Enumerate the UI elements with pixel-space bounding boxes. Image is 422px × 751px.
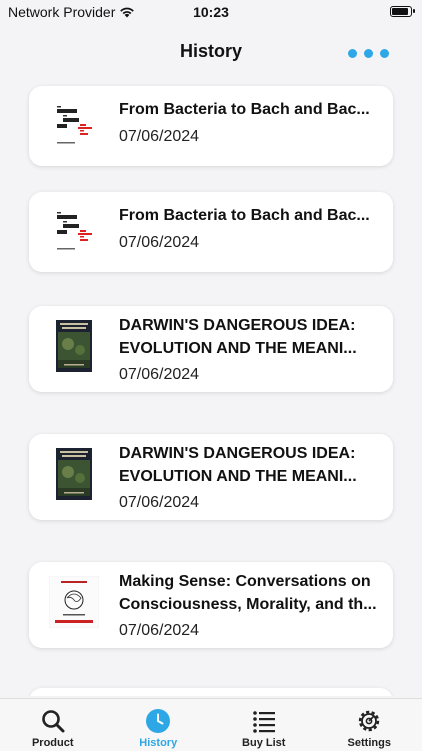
list-icon	[251, 708, 277, 734]
darwins-dangerous-idea-cover	[56, 320, 92, 372]
status-time: 10:23	[0, 4, 422, 20]
history-item-date: 07/06/2024	[119, 128, 199, 146]
gear-icon	[356, 708, 382, 734]
history-item[interactable]	[29, 688, 393, 696]
tab-buy-list[interactable]: Buy List	[211, 699, 317, 751]
nav-header: History	[0, 28, 422, 74]
tab-settings[interactable]: Settings	[317, 699, 422, 751]
more-options-button[interactable]	[348, 46, 392, 60]
search-icon	[40, 708, 66, 734]
history-item-title: DARWIN'S DANGEROUS IDEA: EVOLUTION AND T…	[119, 314, 377, 360]
tab-product-label: Product	[0, 737, 106, 749]
tab-settings-label: Settings	[317, 737, 422, 749]
history-item-date: 07/06/2024	[119, 366, 199, 384]
more-dot-icon	[364, 49, 373, 58]
history-item[interactable]: Making Sense: Conversations on Conscious…	[29, 562, 393, 648]
tab-buy-list-label: Buy List	[211, 737, 317, 749]
more-dot-icon	[348, 49, 357, 58]
history-item-date: 07/06/2024	[119, 234, 199, 252]
status-bar: Network Provider 10:23	[0, 0, 422, 24]
history-item[interactable]: From Bacteria to Bach and Bac... 07/06/2…	[29, 192, 393, 272]
bacteria-bach-cover	[51, 204, 97, 260]
making-sense-cover	[49, 576, 99, 628]
history-item-title: From Bacteria to Bach and Bac...	[119, 98, 377, 121]
clock-icon	[145, 708, 171, 734]
history-item-title: Making Sense: Conversations on Conscious…	[119, 570, 377, 616]
history-item[interactable]: DARWIN'S DANGEROUS IDEA: EVOLUTION AND T…	[29, 434, 393, 520]
tab-history-label: History	[106, 737, 212, 749]
history-item-date: 07/06/2024	[119, 622, 199, 640]
history-item[interactable]: From Bacteria to Bach and Bac... 07/06/2…	[29, 86, 393, 166]
tab-product[interactable]: Product	[0, 699, 106, 751]
history-item-title: From Bacteria to Bach and Bac...	[119, 204, 377, 227]
darwins-dangerous-idea-cover	[56, 448, 92, 500]
history-item[interactable]: DARWIN'S DANGEROUS IDEA: EVOLUTION AND T…	[29, 306, 393, 392]
history-list[interactable]: From Bacteria to Bach and Bac... 07/06/2…	[0, 80, 422, 696]
tab-history[interactable]: History	[106, 699, 212, 751]
more-dot-icon	[380, 49, 389, 58]
tab-bar: Product History Buy List Settings	[0, 698, 422, 751]
history-item-date: 07/06/2024	[119, 494, 199, 512]
battery-icon	[390, 6, 412, 17]
bacteria-bach-cover	[51, 98, 97, 154]
history-item-title: DARWIN'S DANGEROUS IDEA: EVOLUTION AND T…	[119, 442, 377, 488]
